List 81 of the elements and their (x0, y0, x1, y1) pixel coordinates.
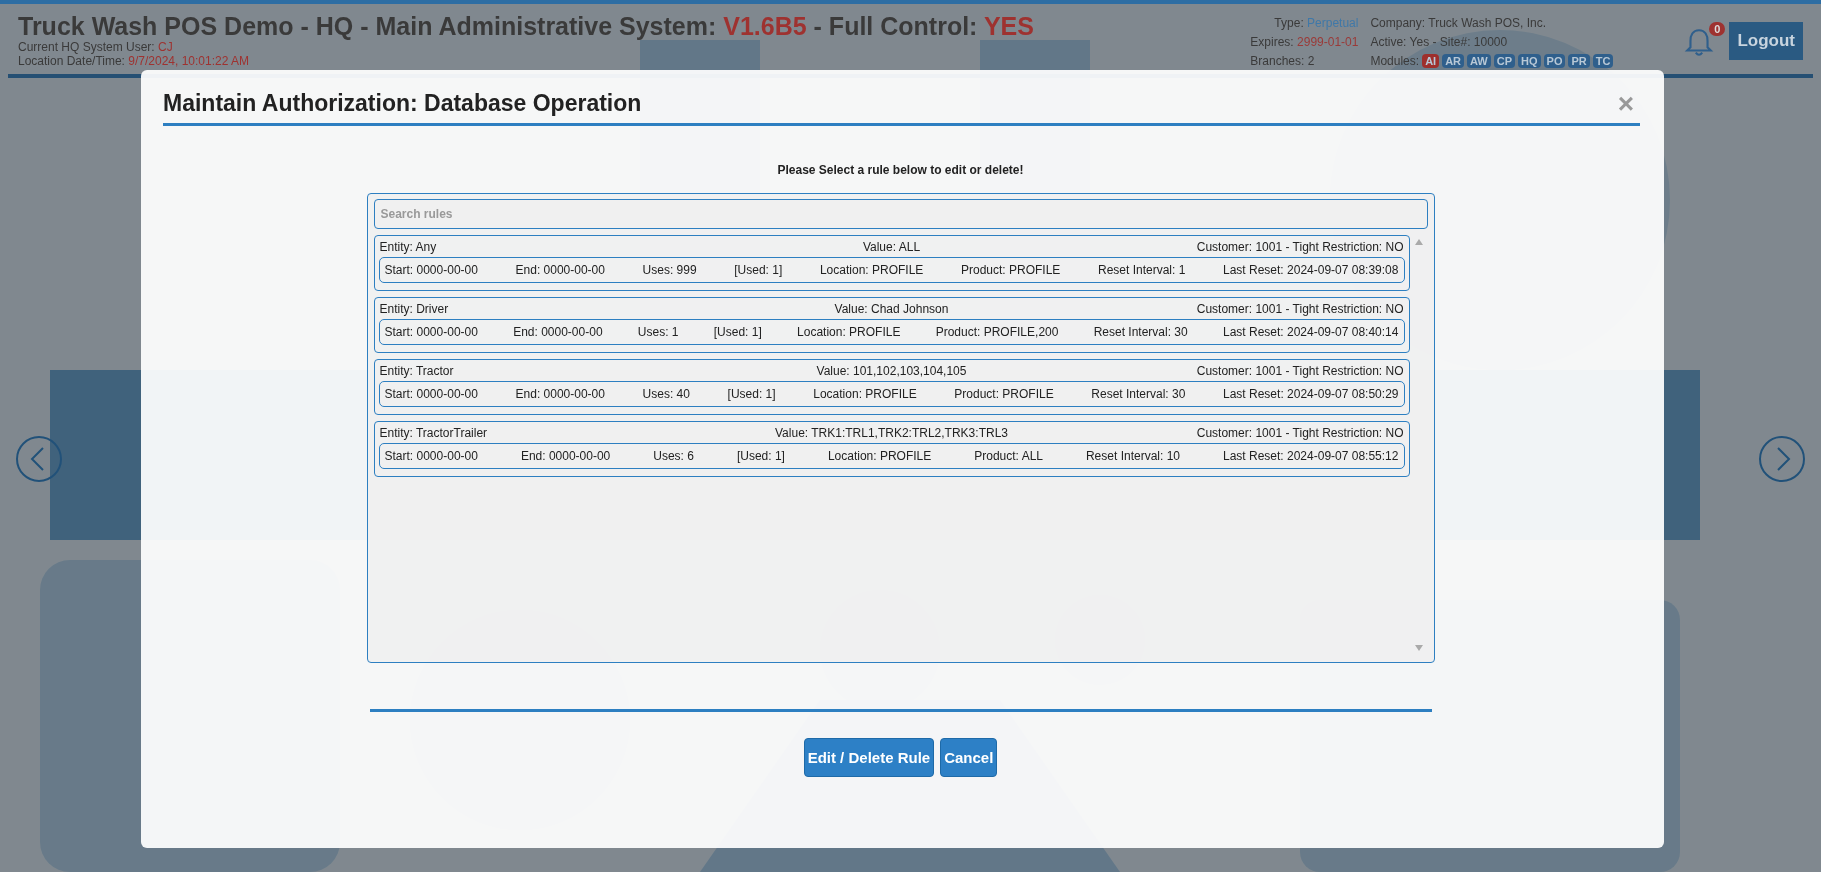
rule-field: End: 0000-00-00 (520, 449, 611, 463)
rule-value: Value: 101,102,103,104,105 (816, 363, 967, 379)
search-field[interactable]: Search rules (373, 199, 1428, 229)
rule-field: Location: PROFILE (827, 449, 932, 463)
rule-field: Start: 0000-00-00 (384, 325, 478, 339)
rule-item[interactable] (373, 421, 1410, 477)
rule-customer: Customer: 1001 - Tight Restriction: NO (1195, 239, 1404, 255)
rule-field: Reset Interval: 30 (1091, 387, 1186, 401)
rule-field: [Used: 1] (727, 387, 776, 401)
rule-field: Location: PROFILE (813, 387, 917, 401)
rule-field: Product: PROFILE (960, 263, 1061, 277)
close-button[interactable]: × (1611, 91, 1640, 116)
module-badge[interactable]: AR (1442, 54, 1465, 68)
module-badge[interactable]: PR (1568, 54, 1590, 68)
info-label: Type: (1274, 16, 1304, 30)
datetime-value: 9/7/2024, 10:01:22 AM (128, 54, 250, 68)
modules-label: Modules: (1370, 54, 1420, 68)
rule-field: [Used: 1] (713, 325, 762, 339)
rule-field: Location: PROFILE (819, 263, 924, 277)
rule-field: Uses: 6 (653, 449, 694, 463)
rule-field: Start: 0000-00-00 (384, 449, 478, 463)
rule-customer: Customer: 1001 - Tight Restriction: NO (1195, 425, 1404, 441)
bell-icon[interactable] (1683, 26, 1716, 58)
rule-field: Product: PROFILE (954, 387, 1054, 401)
dialog-title: Maintain Authorization: Database Operation (163, 90, 642, 117)
user-value: CJ (158, 40, 173, 54)
rule-field: Start: 0000-00-00 (384, 387, 478, 401)
module-badge[interactable]: PO (1543, 54, 1566, 68)
rule-field: Reset Interval: 30 (1093, 325, 1188, 339)
info-value: 2999-01-01 (1297, 35, 1359, 49)
rule-field: Uses: 40 (642, 387, 690, 401)
module-badge[interactable]: AW (1467, 54, 1491, 68)
rule-field: End: 0000-00-00 (515, 263, 605, 277)
info-label: Expires: (1250, 35, 1294, 49)
rule-field: [Used: 1] (736, 449, 785, 463)
info-value: Perpetual (1307, 16, 1359, 30)
module-badge[interactable]: HQ (1518, 54, 1541, 68)
info-value: Yes - Site#: 10000 (1409, 35, 1508, 49)
rule-field: Start: 0000-00-00 (384, 263, 478, 277)
rule-field: Location: PROFILE (797, 325, 901, 339)
rule-item[interactable]: Entity: Any Value: ALL Customer: 1001 - Tight Restriction: NO Start: 0000-00-00 End: 0000-00-00 Uses: 999 [Used: 1] Location: PROFILE Product: PROFILE Reset Interval: 1 Last Reset: 2024-09-07 08:39:08 (373, 235, 1410, 291)
app-title: Truck Wash POS Demo - HQ - Main Administrative System: V1.6B5 - Full Control: YES (18, 12, 1035, 40)
rule-item[interactable] (373, 297, 1410, 353)
info-value: 2 (1307, 54, 1315, 68)
info-label: Company: (1370, 16, 1426, 30)
scroll-up-icon[interactable] (1414, 239, 1423, 245)
rule-value: Value: TRK1:TRL1,TRK2:TRL2,TRK3:TRL3 (775, 425, 1008, 441)
dialog-button[interactable]: Cancel (940, 738, 998, 777)
rule-field: [Used: 1] (734, 263, 783, 277)
info-value: Truck Wash POS, Inc. (1428, 16, 1547, 30)
info-label: Active: (1370, 35, 1407, 49)
user-label: Current HQ System User: (18, 40, 155, 54)
logout-button[interactable]: Logout (1729, 22, 1803, 60)
instruction-text: Please Select a rule below to edit or delete! (777, 163, 1024, 177)
rule-entity: Entity: Any (379, 239, 438, 255)
rule-field: Uses: 999 (642, 263, 697, 277)
rule-entity: Entity: Tractor (379, 363, 455, 379)
rule-field: Product: PROFILE,200 (935, 325, 1059, 339)
module-badge[interactable]: AI (1422, 54, 1440, 68)
datetime-label: Location Date/Time: (18, 54, 125, 68)
rule-value: Value: Chad Johnson (834, 301, 949, 317)
rule-entity: Entity: Driver (379, 301, 450, 317)
rule-entity: Entity: TractorTrailer (379, 425, 489, 441)
rule-field: Reset Interval: 10 (1085, 449, 1180, 463)
info-label: Branches: (1250, 54, 1305, 68)
rule-field: Uses: 1 (637, 325, 679, 339)
rule-value: Value: ALL (862, 239, 921, 255)
rule-customer: Customer: 1001 - Tight Restriction: NO (1195, 363, 1404, 379)
rule-field: Product: ALL (974, 449, 1043, 463)
rule-field: Last Reset: 2024-09-07 08:50:29 (1223, 387, 1399, 401)
module-badge[interactable]: CP (1493, 54, 1516, 68)
rule-customer: Customer: 1001 - Tight Restriction: NO (1195, 301, 1404, 317)
dialog-button[interactable]: Edit / Delete Rule (803, 738, 935, 777)
rule-field: Last Reset: 2024-09-07 08:40:14 (1222, 325, 1399, 339)
rule-field: End: 0000-00-00 (513, 325, 603, 339)
rule-field: Reset Interval: 1 (1098, 263, 1186, 277)
rule-field: Last Reset: 2024-09-07 08:39:08 (1223, 263, 1399, 277)
rule-field: End: 0000-00-00 (515, 387, 605, 401)
rule-item[interactable] (373, 359, 1410, 415)
rule-field: Last Reset: 2024-09-07 08:55:12 (1223, 449, 1399, 463)
scroll-down-icon[interactable] (1414, 645, 1423, 651)
